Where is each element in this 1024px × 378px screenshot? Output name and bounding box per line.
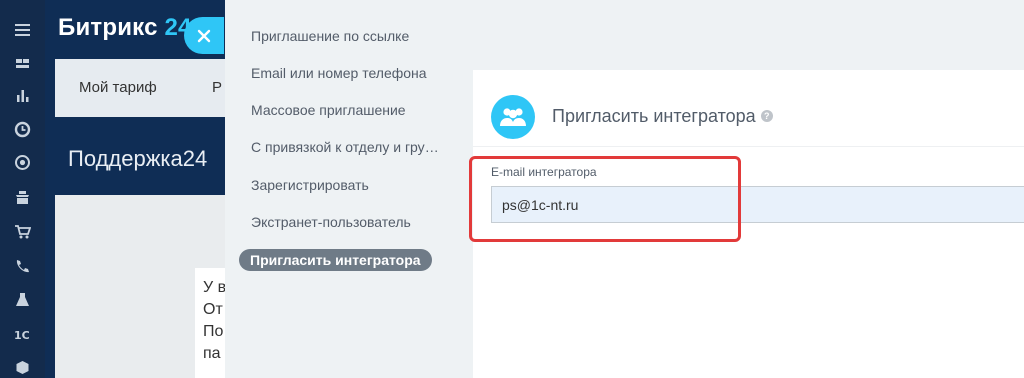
close-icon xyxy=(197,29,211,42)
time-icon[interactable] xyxy=(13,120,32,139)
content-line: па xyxy=(203,345,221,362)
menu-item-invite-by-link[interactable]: Приглашение по ссылке xyxy=(251,27,441,45)
cart-icon[interactable] xyxy=(13,222,32,241)
email-field-label: E-mail интегратора xyxy=(491,165,597,179)
menu-item-invite-integrator[interactable]: Пригласить интегратора xyxy=(239,249,432,271)
menu-item-with-department[interactable]: С привязкой к отделу и группам xyxy=(251,138,441,156)
card-title: Пригласить интегратора? xyxy=(552,106,773,127)
close-slider-button[interactable] xyxy=(184,17,224,54)
phone-icon[interactable] xyxy=(13,257,32,276)
svg-text:1C: 1C xyxy=(14,329,30,342)
content-line: По xyxy=(203,323,224,340)
content-line: У в xyxy=(203,279,225,296)
menu-icon[interactable] xyxy=(13,20,32,39)
menu-item-email-or-phone[interactable]: Email или номер телефона xyxy=(251,64,441,82)
card-header: Пригласить интегратора? xyxy=(473,70,1024,147)
menu-item-mass-invite[interactable]: Массовое приглашение xyxy=(251,101,441,119)
box-icon[interactable] xyxy=(13,358,32,377)
invite-slider-panel: Приглашение по ссылке Email или номер те… xyxy=(225,0,1024,378)
page-heading: Поддержка24 xyxy=(68,146,208,171)
left-rail: 1C xyxy=(0,0,45,378)
invite-integrator-card: Пригласить интегратора? E-mail интеграто… xyxy=(473,70,1024,378)
tab-truncated[interactable]: Р xyxy=(212,79,222,96)
menu-item-extranet-user[interactable]: Экстранет-пользователь xyxy=(251,213,441,231)
lab-icon[interactable] xyxy=(13,290,32,309)
dashboard-icon[interactable] xyxy=(13,55,32,74)
integrator-email-input[interactable] xyxy=(491,186,1024,223)
analytics-icon[interactable] xyxy=(13,86,32,105)
menu-item-register[interactable]: Зарегистрировать xyxy=(251,176,441,194)
tab-my-plan[interactable]: Мой тариф xyxy=(79,79,157,96)
content-line: От xyxy=(203,301,223,318)
store-icon[interactable] xyxy=(13,188,32,207)
brand-logo: Битрикс 24 xyxy=(58,14,192,41)
invite-menu: Приглашение по ссылке Email или номер те… xyxy=(225,0,465,378)
help-icon[interactable]: ? xyxy=(760,110,773,123)
target-icon[interactable] xyxy=(13,153,32,172)
1c-icon[interactable]: 1C xyxy=(13,325,32,344)
users-group-icon xyxy=(491,95,535,139)
top-tabs-bar: Мой тариф Р xyxy=(55,59,225,117)
